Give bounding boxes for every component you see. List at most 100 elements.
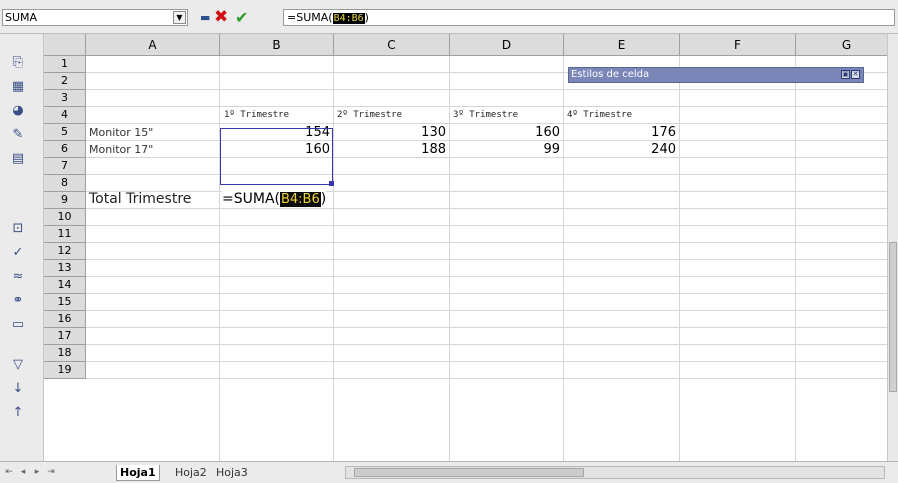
row-header-3[interactable]: 3 (44, 90, 86, 107)
select-all-corner[interactable] (44, 34, 86, 56)
formula-input[interactable]: =SUMA(B4:B6) (283, 9, 895, 26)
row-header-8[interactable]: 8 (44, 175, 86, 192)
first-sheet-icon[interactable]: ⇤ (4, 466, 14, 478)
gridline (86, 191, 898, 192)
edit-pen-icon[interactable]: ✎ (8, 126, 28, 144)
column-header-b[interactable]: B (220, 34, 334, 56)
cell-c3[interactable]: 2º Trimestre (337, 107, 402, 124)
cell-d4[interactable]: 160 (450, 124, 560, 141)
cell-c4[interactable]: 130 (334, 124, 446, 141)
cell-a7[interactable]: Total Trimestre (89, 191, 191, 208)
horizontal-scrollbar[interactable] (345, 466, 885, 479)
row-header-17[interactable]: 17 (44, 328, 86, 345)
autocorrect-icon[interactable]: ≈ (8, 268, 28, 286)
row-header-13[interactable]: 13 (44, 260, 86, 277)
row-header-5[interactable]: 5 (44, 124, 86, 141)
row-header-18[interactable]: 18 (44, 345, 86, 362)
close-icon[interactable]: ✕ (851, 70, 860, 79)
vertical-scrollbar[interactable] (887, 34, 898, 461)
gridline (86, 208, 898, 209)
gridline (86, 293, 898, 294)
column-header-f[interactable]: F (680, 34, 796, 56)
row-header-16[interactable]: 16 (44, 311, 86, 328)
cell-formula-prefix: =SUMA( (222, 191, 280, 207)
gridline (86, 361, 898, 362)
new-document-icon[interactable]: ⎘ (8, 54, 28, 72)
find-binoculars-icon[interactable]: ⚭ (8, 292, 28, 310)
cell-b7-editing[interactable]: =SUMA(B4:B6) (222, 191, 327, 208)
row-header-6[interactable]: 6 (44, 141, 86, 158)
column-header-a[interactable]: A (86, 34, 220, 56)
row-header-15[interactable]: 15 (44, 294, 86, 311)
vertical-scrollbar-thumb[interactable] (889, 242, 897, 392)
horizontal-scrollbar-thumb[interactable] (354, 468, 584, 477)
row-header-1[interactable]: 1 (44, 56, 86, 73)
left-toolbar: ⎘ ▦ ◕ ✎ ▤ ⊡ ✓ ≈ ⚭ ▭ ▽ ↓ ↑ (0, 34, 44, 461)
form-icon[interactable]: ▤ (8, 150, 28, 168)
chevron-down-icon[interactable]: ▼ (173, 11, 186, 24)
previous-sheet-icon[interactable]: ◂ (18, 466, 28, 478)
cell-e5[interactable]: 240 (564, 141, 676, 158)
panel-dock-icon[interactable]: ▣ (841, 70, 850, 79)
row-header-4[interactable]: 4 (44, 107, 86, 124)
function-icon[interactable]: ▬ (200, 9, 210, 26)
next-sheet-icon[interactable]: ▸ (32, 466, 42, 478)
cancel-icon[interactable]: ✖ (214, 9, 228, 26)
cell-d3[interactable]: 3º Trimestre (453, 107, 518, 124)
cell-e3[interactable]: 4º Trimestre (567, 107, 632, 124)
row-header-19[interactable]: 19 (44, 362, 86, 379)
gridline (86, 276, 898, 277)
row-header-10[interactable]: 10 (44, 209, 86, 226)
gridline (86, 225, 898, 226)
gridline (86, 89, 898, 90)
spreadsheet-grid[interactable]: A B C D E F G 1 2 3 4 5 6 7 8 9 10 11 12… (44, 34, 898, 461)
row-header-11[interactable]: 11 (44, 226, 86, 243)
tab-hoja1[interactable]: Hoja1 (116, 465, 160, 481)
cell-formula-suffix: ) (320, 191, 327, 207)
gridline (86, 174, 898, 175)
gridline (86, 259, 898, 260)
formula-range-ref: B4:B6 (332, 13, 365, 24)
gridline (86, 310, 898, 311)
sheet-tab-bar: ⇤ ◂ ▸ ⇥ Hoja1 Hoja2 Hoja3 (0, 461, 898, 483)
cell-e4[interactable]: 176 (564, 124, 676, 141)
chart-wizard-icon[interactable]: ◕ (8, 102, 28, 120)
reference-range-outline (220, 128, 333, 185)
column-header-e[interactable]: E (564, 34, 680, 56)
column-header-c[interactable]: C (334, 34, 450, 56)
formula-bar: SUMA ▼ ▬ ✖ ✔ =SUMA(B4:B6) (0, 0, 898, 34)
row-header-9[interactable]: 9 (44, 192, 86, 209)
filter-icon[interactable]: ▽ (8, 356, 28, 374)
gridline (86, 327, 898, 328)
formula-prefix: =SUMA( (287, 11, 333, 24)
sort-ascending-icon[interactable]: ↓ (8, 380, 28, 398)
cell-c5[interactable]: 188 (334, 141, 446, 158)
row-header-14[interactable]: 14 (44, 277, 86, 294)
navigator-icon[interactable]: ⊡ (8, 220, 28, 238)
row-header-7[interactable]: 7 (44, 158, 86, 175)
tab-hoja3[interactable]: Hoja3 (213, 465, 251, 480)
sort-descending-icon[interactable]: ↑ (8, 404, 28, 422)
spellcheck-icon[interactable]: ✓ (8, 244, 28, 262)
column-header-d[interactable]: D (450, 34, 564, 56)
row-header-12[interactable]: 12 (44, 243, 86, 260)
styles-panel[interactable]: Estilos de celda ▣ ✕ (568, 67, 864, 83)
gridline (86, 344, 898, 345)
cell-a5[interactable]: Monitor 17" (89, 141, 153, 158)
row-header-2[interactable]: 2 (44, 73, 86, 90)
cell-formula-range-ref: B4:B6 (279, 192, 321, 207)
cell-d5[interactable]: 99 (450, 141, 560, 158)
tab-hoja2[interactable]: Hoja2 (172, 465, 210, 480)
cell-a4[interactable]: Monitor 15" (89, 124, 153, 141)
column-header-g[interactable]: G (796, 34, 898, 56)
name-box[interactable]: SUMA ▼ (2, 9, 188, 26)
accept-icon[interactable]: ✔ (235, 9, 248, 26)
gridline (86, 242, 898, 243)
datasource-icon[interactable]: ▭ (8, 316, 28, 334)
cell-b3[interactable]: 1º Trimestre (224, 107, 289, 124)
table-icon[interactable]: ▦ (8, 78, 28, 96)
formula-suffix: ) (364, 11, 369, 24)
range-resize-handle[interactable] (329, 181, 334, 186)
name-box-value: SUMA (5, 11, 38, 24)
last-sheet-icon[interactable]: ⇥ (46, 466, 56, 478)
